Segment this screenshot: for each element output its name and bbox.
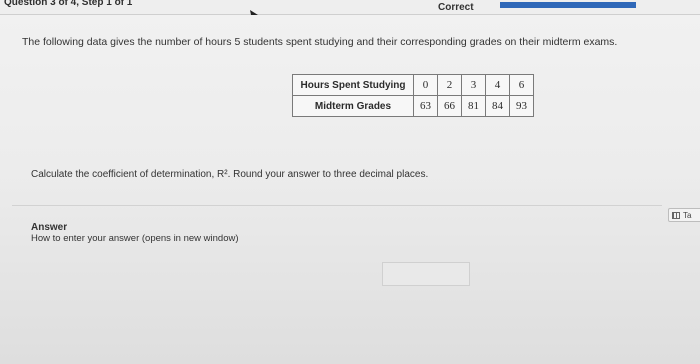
table-icon [672, 211, 680, 219]
row-header: Hours Spent Studying [292, 74, 414, 96]
table-cell: 2 [437, 74, 462, 96]
status-text: Correct [438, 2, 474, 13]
table-cell: 4 [485, 74, 510, 96]
answer-input[interactable] [382, 262, 470, 286]
question-instruction: Calculate the coefficient of determinati… [31, 169, 429, 180]
answer-help-link[interactable]: How to enter your answer (opens in new w… [31, 233, 239, 244]
section-divider [12, 205, 662, 206]
header-bar: Question 3 of 4, Step 1 of 1 Correct [0, 0, 700, 15]
table-cell: 93 [509, 95, 534, 117]
question-label: Question 3 of 4, Step 1 of 1 [4, 0, 133, 8]
table-cell: 81 [461, 95, 486, 117]
table-cell: 66 [437, 95, 462, 117]
table-cell: 6 [509, 74, 534, 96]
row-header: Midterm Grades [292, 95, 414, 117]
data-table: Hours Spent Studying 0 2 3 4 6 Midterm Grades 6… [292, 74, 534, 117]
table-cell: 63 [413, 95, 438, 117]
table-button-label: Ta [683, 210, 692, 220]
question-prompt: The following data gives the number of h… [22, 36, 618, 48]
table-button[interactable]: Ta [668, 208, 700, 222]
table-cell: 84 [485, 95, 510, 117]
question-panel [0, 15, 700, 364]
progress-bar [500, 2, 636, 8]
table-row: Hours Spent Studying 0 2 3 4 6 [292, 74, 534, 96]
table-cell: 3 [461, 74, 486, 96]
table-row: Midterm Grades 63 66 81 84 93 [292, 95, 534, 117]
answer-label: Answer [31, 222, 68, 233]
progress-fill [500, 2, 636, 8]
table-cell: 0 [413, 74, 438, 96]
